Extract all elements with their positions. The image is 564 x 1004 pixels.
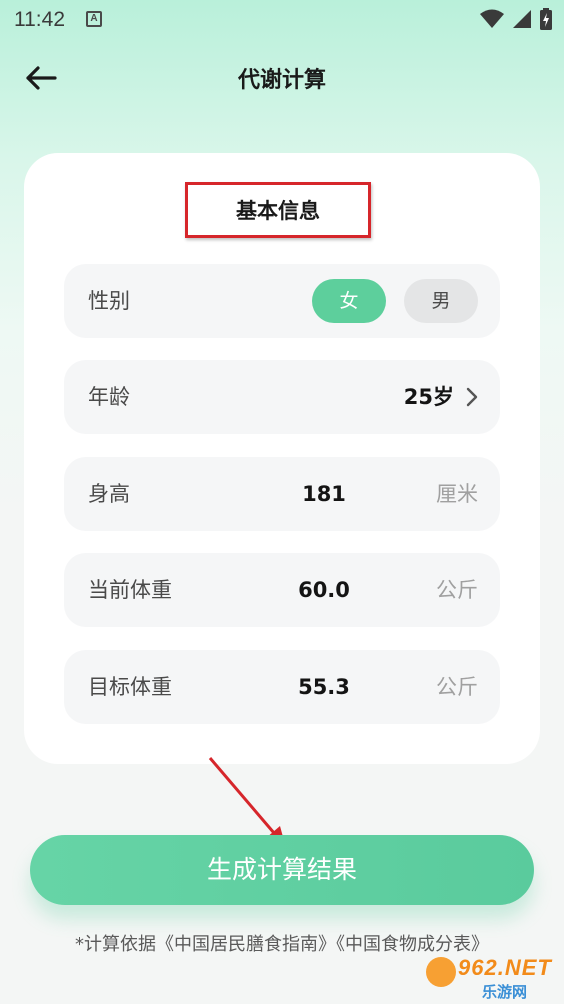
- status-icons: [480, 8, 552, 30]
- cellular-icon: [513, 10, 531, 28]
- gender-male-button[interactable]: 男: [404, 279, 478, 323]
- height-label: 身高: [88, 482, 130, 506]
- section-title-highlight: 基本信息: [185, 182, 371, 238]
- current-weight-unit: 公斤: [436, 578, 478, 602]
- section-title: 基本信息: [236, 199, 320, 223]
- nav-bar: 代谢计算: [0, 48, 564, 108]
- status-time: 11:42: [14, 8, 65, 31]
- gender-label: 性别: [88, 289, 130, 313]
- target-weight-input[interactable]: 55.3: [264, 650, 384, 724]
- page-title: 代谢计算: [237, 68, 326, 93]
- gender-row: 性别 女 男: [64, 264, 500, 338]
- notification-app-icon: A: [86, 11, 102, 27]
- target-weight-label: 目标体重: [88, 675, 172, 699]
- gender-female-button[interactable]: 女: [312, 279, 386, 323]
- target-weight-unit: 公斤: [436, 675, 478, 699]
- height-unit: 厘米: [436, 482, 478, 506]
- wifi-icon: [480, 9, 504, 28]
- calculation-source-note: *计算依据《中国居民膳食指南》《中国食物成分表》: [75, 934, 489, 955]
- site-watermark: 962.NET 乐游网: [424, 955, 564, 1003]
- age-value: 25岁: [403, 385, 454, 409]
- age-row[interactable]: 年龄 25岁: [64, 360, 500, 434]
- current-weight-input[interactable]: 60.0: [264, 553, 384, 627]
- height-input[interactable]: 181: [264, 457, 384, 531]
- age-label: 年龄: [88, 385, 130, 409]
- target-weight-row: 目标体重 55.3 公斤: [64, 650, 500, 724]
- generate-result-button[interactable]: 生成计算结果: [30, 835, 534, 905]
- watermark-bottom-text: 乐游网: [482, 983, 528, 1001]
- watermark-logo-icon: [426, 957, 456, 987]
- chevron-right-icon: [466, 387, 478, 407]
- current-weight-row: 当前体重 60.0 公斤: [64, 553, 500, 627]
- basic-info-card: 基本信息 性别 女 男 年龄 25岁 身高 181 厘米 当前体重 60.0 公…: [24, 153, 540, 764]
- status-bar: 11:42 A: [0, 0, 564, 40]
- current-weight-label: 当前体重: [88, 578, 172, 602]
- battery-icon: [540, 8, 552, 30]
- height-row: 身高 181 厘米: [64, 457, 500, 531]
- watermark-top-text: 962.NET: [458, 955, 552, 980]
